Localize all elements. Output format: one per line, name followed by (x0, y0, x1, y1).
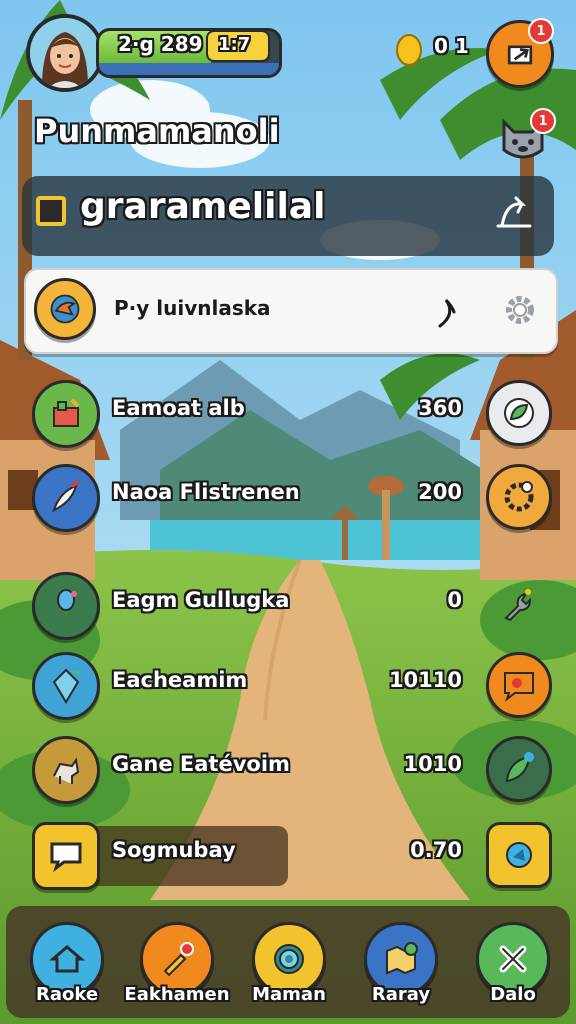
row-left-button[interactable] (32, 822, 100, 890)
row-left-button[interactable] (32, 380, 100, 448)
location-title: graramelilal (80, 186, 326, 227)
row-value: 360 (418, 396, 462, 420)
bird-emblem-icon (34, 278, 96, 340)
toolkit-icon (53, 398, 80, 427)
return-arrow-icon[interactable] (492, 192, 536, 236)
row-value: 200 (418, 480, 462, 504)
orange-chat-icon (504, 672, 534, 702)
row-value: 10110 (388, 668, 462, 692)
mail-badge: 1 (528, 18, 554, 44)
nav-item[interactable]: Raoke (28, 918, 106, 1018)
speech-bubble-icon (50, 842, 82, 873)
row-label: Naoa Flistrenen (112, 480, 300, 504)
location-square-icon (36, 196, 66, 226)
row-label: Gane Eatévoim (112, 752, 290, 776)
feather-brush-icon (52, 480, 80, 512)
xp-level-tag: 1:7 (206, 30, 270, 62)
row-value: 1010 (403, 752, 462, 776)
goat-icon (53, 757, 80, 784)
row-right-button[interactable] (486, 736, 552, 802)
row-right-button[interactable] (486, 380, 552, 446)
wrench-icon (504, 589, 532, 622)
home-icon (48, 945, 86, 973)
row-right-button[interactable] (486, 822, 552, 888)
nav-label: Raoke (35, 984, 99, 1005)
nav-item[interactable]: Maman (250, 918, 328, 1018)
row-value: 0 (447, 588, 462, 612)
avatar-frame[interactable] (26, 14, 104, 92)
row-label: Sogmubay (112, 838, 236, 862)
pet-badge: 1 (530, 108, 556, 134)
nav-item[interactable]: Eakhamen (124, 918, 230, 1018)
girl-portrait-icon (30, 18, 100, 88)
paint-brush-icon (163, 942, 194, 977)
row-left-button[interactable] (32, 736, 100, 804)
nav-label: Maman (252, 984, 326, 1005)
green-leaf-icon (505, 752, 534, 783)
quest-text: P·y luivnlaska (114, 296, 271, 320)
crystal-icon (52, 668, 80, 704)
row-label: Eacheamim (112, 668, 248, 692)
coin-icon (396, 34, 422, 66)
xp-text: 2·g 289 (118, 32, 203, 56)
row-label: Eamoat alb (112, 396, 245, 420)
flower-icon (57, 589, 77, 616)
nav-item[interactable]: Dalo (474, 918, 552, 1018)
map-icon (386, 942, 418, 975)
nav-label: Eakhamen (124, 984, 230, 1005)
quest-banner[interactable] (24, 268, 558, 354)
tools-icon (499, 945, 527, 973)
target-icon (274, 944, 304, 974)
xp-bar-lower-strip (99, 63, 279, 75)
leaf-badge-icon (504, 398, 534, 428)
nav-label: Raray (371, 984, 431, 1005)
gear-gold-icon (504, 481, 534, 512)
row-left-button[interactable] (32, 652, 100, 720)
row-left-button[interactable] (32, 464, 100, 532)
coin-count: 0 1 (434, 34, 469, 58)
nav-label: Dalo (490, 984, 536, 1005)
row-right-button[interactable] (486, 464, 552, 530)
xp-level-text: 1:7 (218, 34, 251, 55)
row-label: Eagm Gullugka (112, 588, 290, 612)
blue-shield-icon (506, 842, 532, 868)
row-right-button[interactable] (486, 652, 552, 718)
quest-arrow-icon[interactable] (432, 292, 462, 332)
player-name: Punmamanoli (34, 112, 280, 150)
row-left-button[interactable] (32, 572, 100, 640)
row-value: 0.70 (410, 838, 462, 862)
settings-gear-icon[interactable] (500, 290, 540, 330)
nav-item[interactable]: Raray (362, 918, 440, 1018)
row-right-button[interactable] (486, 576, 546, 636)
